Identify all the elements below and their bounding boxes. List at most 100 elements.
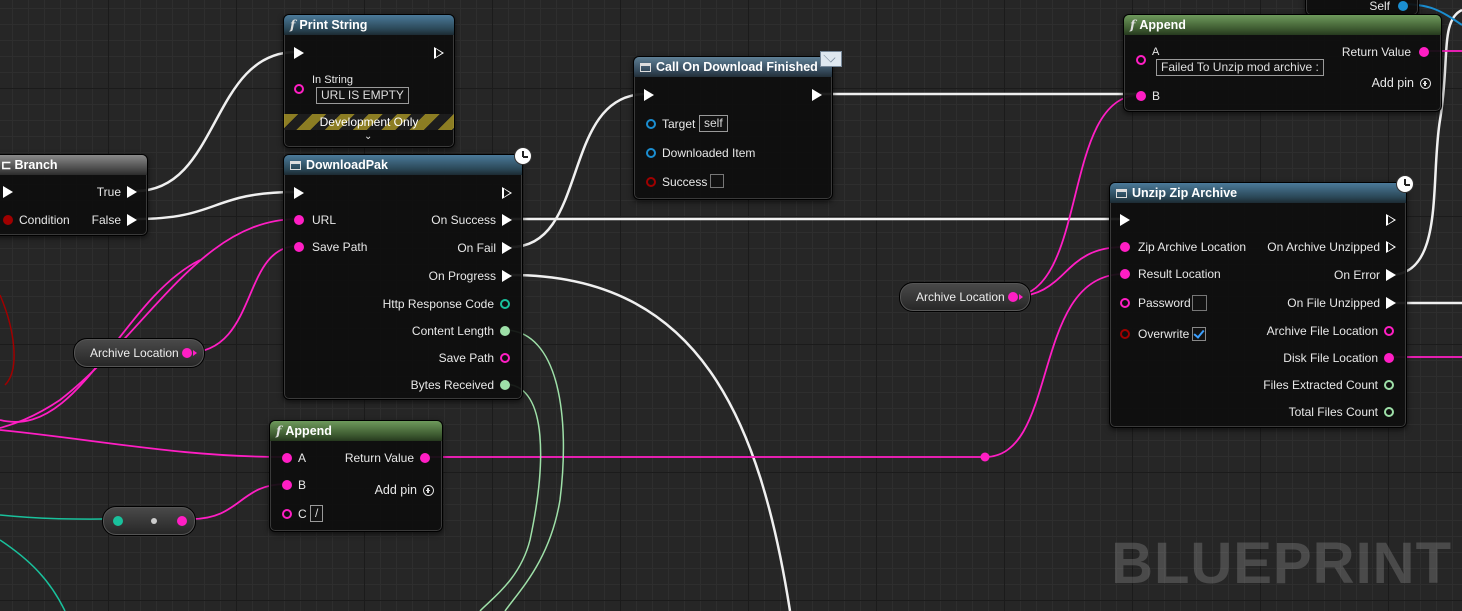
unzip-onfile-label: On File Unzipped bbox=[1287, 296, 1380, 310]
dl-savepath-out-label: Save Path bbox=[438, 351, 494, 365]
archive-location-var-right[interactable]: Archive Location bbox=[899, 282, 1031, 312]
print-instring-input[interactable]: URL IS EMPTY bbox=[316, 87, 409, 104]
unzip-password-input[interactable] bbox=[1192, 295, 1207, 311]
branch-condition-pin[interactable] bbox=[3, 215, 13, 225]
branch-exec-in[interactable] bbox=[3, 186, 13, 198]
dl-exec-in[interactable] bbox=[294, 187, 304, 199]
branch-node[interactable]: ⊏ Branch True Condition False bbox=[0, 154, 148, 236]
append-bottom-b-label: B bbox=[298, 478, 307, 492]
latent-clock-icon bbox=[514, 147, 532, 165]
print-string-node[interactable]: f Print String In String URL IS EMPTY Dev… bbox=[283, 14, 455, 148]
downloadpak-node[interactable]: DownloadPak URL Save Path On Success On … bbox=[283, 147, 532, 400]
self-output-pin[interactable] bbox=[1398, 1, 1408, 11]
unzip-password-pin[interactable] bbox=[1120, 298, 1130, 308]
string-wire-url bbox=[0, 218, 299, 429]
unzip-node[interactable]: Unzip Zip Archive Zip Archive Location R… bbox=[1109, 175, 1414, 428]
unzip-overwrite-pin[interactable] bbox=[1120, 329, 1130, 339]
append-top-a-input[interactable]: Failed To Unzip mod archive : bbox=[1156, 59, 1324, 76]
function-icon: f bbox=[290, 17, 296, 32]
print-exec-out[interactable] bbox=[434, 47, 444, 59]
add-pin-icon bbox=[1420, 78, 1431, 89]
append-top-ret-label: Return Value bbox=[1341, 45, 1411, 59]
print-instring-label: In String bbox=[312, 74, 353, 86]
unzip-onerror-pin[interactable] bbox=[1386, 269, 1396, 281]
string-wire-append-a bbox=[0, 429, 287, 458]
append-bottom-ret-label: Return Value bbox=[344, 451, 414, 465]
unzip-result-pin[interactable] bbox=[1120, 269, 1130, 279]
append-bottom-node[interactable]: f Append A B C / Return Value Add pin bbox=[269, 420, 443, 532]
literal-in-pin[interactable] bbox=[113, 516, 123, 526]
append-top-ret-pin[interactable] bbox=[1419, 47, 1429, 57]
dl-onsuccess-pin[interactable] bbox=[502, 214, 512, 226]
call-exec-out[interactable] bbox=[812, 89, 822, 101]
append-top-b-label: B bbox=[1152, 89, 1161, 103]
unzip-total-pin[interactable] bbox=[1384, 407, 1394, 417]
unzip-archivefile-pin[interactable] bbox=[1384, 326, 1394, 336]
dl-onprogress-pin[interactable] bbox=[502, 270, 512, 282]
exec-wire-fail-call bbox=[510, 92, 647, 249]
call-success-label: Success bbox=[662, 175, 708, 189]
dl-bytes-pin[interactable] bbox=[500, 380, 510, 390]
unzip-exec-out[interactable] bbox=[1386, 214, 1396, 226]
add-pin-icon bbox=[423, 485, 434, 496]
archive-location-left-label: Archive Location bbox=[90, 346, 179, 360]
append-top-a-label: A bbox=[1152, 46, 1160, 58]
chevron-down-icon[interactable]: ⌄ bbox=[364, 130, 372, 144]
event-call-icon bbox=[640, 63, 651, 72]
append-bottom-addpin-label: Add pin bbox=[374, 483, 417, 497]
archive-location-var-left[interactable]: Archive Location bbox=[73, 338, 205, 368]
unzip-onfile-pin[interactable] bbox=[1386, 297, 1396, 309]
call-item-pin[interactable] bbox=[646, 148, 656, 158]
append-top-addpin-label: Add pin bbox=[1371, 76, 1414, 90]
unzip-zip-pin[interactable] bbox=[1120, 242, 1130, 252]
literal-node[interactable] bbox=[102, 506, 196, 536]
unzip-extracted-pin[interactable] bbox=[1384, 380, 1394, 390]
append-bottom-addpin[interactable]: Add pin bbox=[375, 483, 434, 497]
append-bottom-a-pin[interactable] bbox=[282, 453, 292, 463]
append-top-b-pin[interactable] bbox=[1136, 91, 1146, 101]
literal-out-pin[interactable] bbox=[177, 516, 187, 526]
dl-savepath-pin[interactable] bbox=[294, 242, 304, 252]
archive-location-left-pin[interactable] bbox=[182, 348, 192, 358]
print-exec-in[interactable] bbox=[294, 47, 304, 59]
dl-http-pin[interactable] bbox=[500, 299, 510, 309]
dl-savepath-label: Save Path bbox=[312, 240, 368, 254]
dl-onfail-pin[interactable] bbox=[502, 242, 512, 254]
append-bottom-c-input[interactable]: / bbox=[310, 505, 324, 522]
function-icon: f bbox=[1130, 17, 1136, 32]
unzip-overwrite-checkbox[interactable] bbox=[1192, 327, 1206, 341]
dl-savepath-out-pin[interactable] bbox=[500, 353, 510, 363]
unzip-diskfile-pin[interactable] bbox=[1384, 353, 1394, 363]
append-bottom-c-pin[interactable] bbox=[282, 509, 292, 519]
dl-onprogress-label: On Progress bbox=[428, 269, 496, 283]
branch-false-pin[interactable] bbox=[127, 214, 137, 226]
unzip-extracted-label: Files Extracted Count bbox=[1263, 378, 1378, 392]
call-download-node[interactable]: Call On Download Finished Target self Do… bbox=[633, 51, 842, 200]
function-icon: f bbox=[276, 423, 282, 438]
append-bottom-ret-pin[interactable] bbox=[420, 453, 430, 463]
append-top-node[interactable]: f Append A Failed To Unzip mod archive : … bbox=[1123, 14, 1442, 112]
archive-location-right-pin[interactable] bbox=[1008, 292, 1018, 302]
branch-true-pin[interactable] bbox=[127, 186, 137, 198]
print-instring-pin[interactable] bbox=[294, 84, 304, 94]
append-top-title: Append bbox=[1139, 18, 1186, 32]
call-success-checkbox[interactable] bbox=[710, 174, 724, 188]
append-top-a-pin[interactable] bbox=[1136, 55, 1146, 65]
unzip-total-label: Total Files Count bbox=[1288, 405, 1378, 419]
call-target-input[interactable]: self bbox=[699, 115, 728, 132]
unzip-onerror-label: On Error bbox=[1333, 268, 1380, 282]
append-bottom-b-pin[interactable] bbox=[282, 480, 292, 490]
unzip-exec-in[interactable] bbox=[1120, 214, 1130, 226]
call-target-pin[interactable] bbox=[646, 119, 656, 129]
unzip-header: Unzip Zip Archive bbox=[1110, 183, 1406, 203]
call-success-pin[interactable] bbox=[646, 177, 656, 187]
print-string-header: f Print String bbox=[284, 15, 454, 35]
dl-contentlength-label: Content Length bbox=[411, 324, 494, 338]
reroute-dot bbox=[980, 452, 990, 462]
append-top-addpin[interactable]: Add pin bbox=[1372, 76, 1431, 90]
unzip-onarchive-pin[interactable] bbox=[1386, 241, 1396, 253]
dl-url-pin[interactable] bbox=[294, 215, 304, 225]
call-exec-in[interactable] bbox=[644, 89, 654, 101]
dl-contentlength-pin[interactable] bbox=[500, 326, 510, 336]
dl-exec-out[interactable] bbox=[502, 187, 512, 199]
